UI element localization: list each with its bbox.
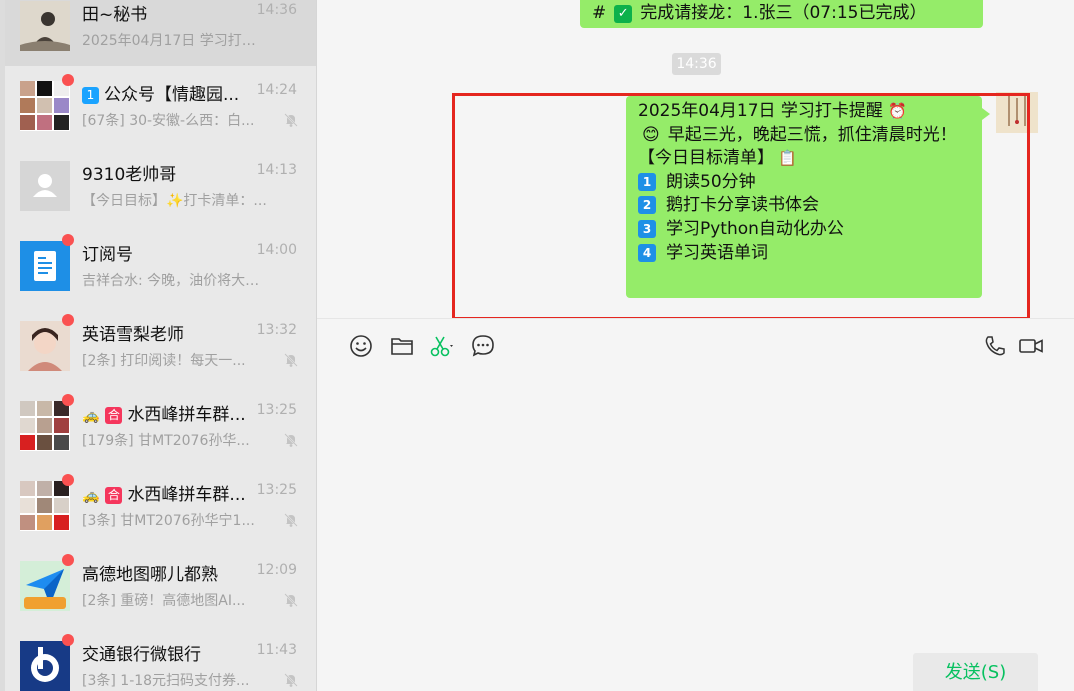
unread-dot	[62, 234, 74, 246]
mute-bell-icon	[284, 433, 298, 447]
chat-preview: [3条] 甘MT2076孙华宁1...	[82, 513, 255, 529]
unread-dot	[62, 394, 74, 406]
mute-bell-icon	[284, 513, 298, 527]
chat-preview: [179条] 甘MT2076孙华...	[82, 433, 250, 449]
chat-name: 9310老帅哥	[82, 165, 177, 185]
mute-bell-icon	[284, 113, 298, 127]
chat-item[interactable]: 交通银行微银行 11:43 [3条] 1-18元扫码支付券...	[5, 626, 316, 691]
chat-name: 🚕 合水西峰拼车群...	[82, 485, 246, 505]
group-avatar	[20, 401, 70, 451]
check-icon: ✓	[614, 5, 633, 23]
chat-name: 🚕 合水西峰拼车群...	[82, 405, 246, 425]
default-avatar-icon	[20, 161, 70, 211]
chat-name: 1 公众号【情趣园...	[82, 80, 257, 105]
chat-time: 12:09	[256, 562, 297, 578]
chat-item[interactable]: 9310老帅哥 14:13 【今日目标】✨打卡清单：...	[5, 146, 316, 226]
chat-time: 13:25	[256, 402, 297, 418]
group-badge-icon: 合	[105, 407, 123, 424]
chat-preview: [3条] 1-18元扫码支付券...	[82, 673, 250, 689]
chat-history-icon[interactable]	[470, 333, 496, 359]
chat-time: 13:32	[256, 322, 297, 338]
mute-bell-icon	[284, 673, 298, 687]
chat-name: 交通银行微银行	[82, 645, 201, 665]
chat-name: 订阅号	[82, 245, 133, 265]
chat-message-area: # ✓ 完成请接龙：1.张三（07:15已完成） 14:36 2025年04月17日…	[317, 0, 1074, 320]
taxi-icon: 🚕	[82, 488, 100, 504]
group-badge-icon: 合	[105, 487, 123, 504]
chat-name: 田~秘书	[82, 5, 148, 25]
input-area[interactable]: 发送(S)	[317, 318, 1074, 691]
unread-dot	[62, 634, 74, 646]
message-text: 完成请接龙：1.张三（07:15已完成）	[640, 3, 927, 23]
chat-item[interactable]: 🚕 合水西峰拼车群... 13:25 [179条] 甘MT2076孙华...	[5, 386, 316, 466]
chat-item[interactable]: 订阅号 14:00 吉祥合水: 今晚，油价将大幅...	[5, 226, 316, 306]
emoji-icon[interactable]	[348, 333, 374, 359]
number-one-icon: 1	[82, 87, 99, 104]
hash-symbol: #	[592, 3, 607, 23]
chat-name: 英语雪梨老师	[82, 325, 184, 345]
chat-item[interactable]: 田~秘书 14:36 2025年04月17日 学习打卡...	[5, 0, 316, 66]
chat-name: 高德地图哪儿都熟	[82, 565, 218, 585]
chat-list: 田~秘书 14:36 2025年04月17日 学习打卡... 1 公众号【情趣园.…	[5, 0, 317, 691]
chat-preview: [2条] 重磅！高德地图AI...	[82, 593, 246, 609]
chat-time: 14:36	[256, 2, 297, 18]
folder-icon[interactable]	[389, 333, 415, 359]
highlight-box	[452, 93, 1030, 320]
chat-time: 14:24	[256, 82, 297, 98]
chat-preview: 吉祥合水: 今晚，油价将大幅...	[82, 273, 267, 289]
chat-time: 14:00	[256, 242, 297, 258]
unread-dot	[62, 314, 74, 326]
subscription-icon	[20, 241, 70, 291]
screenshot-scissors-icon[interactable]	[428, 333, 456, 359]
message-bubble[interactable]: # ✓ 完成请接龙：1.张三（07:15已完成）	[580, 0, 983, 28]
voice-call-icon[interactable]	[982, 333, 1008, 359]
bank-logo-icon	[20, 641, 70, 691]
avatar	[20, 1, 70, 51]
group-avatar	[20, 481, 70, 531]
chat-time: 13:25	[256, 482, 297, 498]
unread-dot	[62, 74, 74, 86]
chat-item[interactable]: 英语雪梨老师 13:32 [2条] 打印阅读！每天一...	[5, 306, 316, 386]
video-call-icon[interactable]	[1017, 333, 1045, 359]
chat-preview: 【今日目标】✨打卡清单：...	[82, 193, 267, 209]
chat-preview: 2025年04月17日 学习打卡...	[82, 33, 267, 49]
chat-time: 14:13	[256, 162, 297, 178]
chat-item[interactable]: 🚕 合水西峰拼车群... 13:25 [3条] 甘MT2076孙华宁1...	[5, 466, 316, 546]
chat-item[interactable]: 高德地图哪儿都熟 12:09 [2条] 重磅！高德地图AI...	[5, 546, 316, 626]
group-avatar	[20, 81, 70, 131]
chat-time: 11:43	[256, 642, 297, 658]
chat-preview: [2条] 打印阅读！每天一...	[82, 353, 246, 369]
taxi-icon: 🚕	[82, 408, 100, 424]
unread-dot	[62, 554, 74, 566]
chat-preview: [67条] 30-安徽-么西：白...	[82, 113, 255, 129]
avatar	[20, 321, 70, 371]
message-timestamp: 14:36	[672, 53, 721, 75]
unread-dot	[62, 474, 74, 486]
chat-item[interactable]: 1 公众号【情趣园... 14:24 [67条] 30-安徽-么西：白...	[5, 66, 316, 146]
mute-bell-icon	[284, 353, 298, 367]
mute-bell-icon	[284, 593, 298, 607]
send-button[interactable]: 发送(S)	[913, 653, 1038, 691]
amap-logo-icon	[20, 561, 70, 611]
